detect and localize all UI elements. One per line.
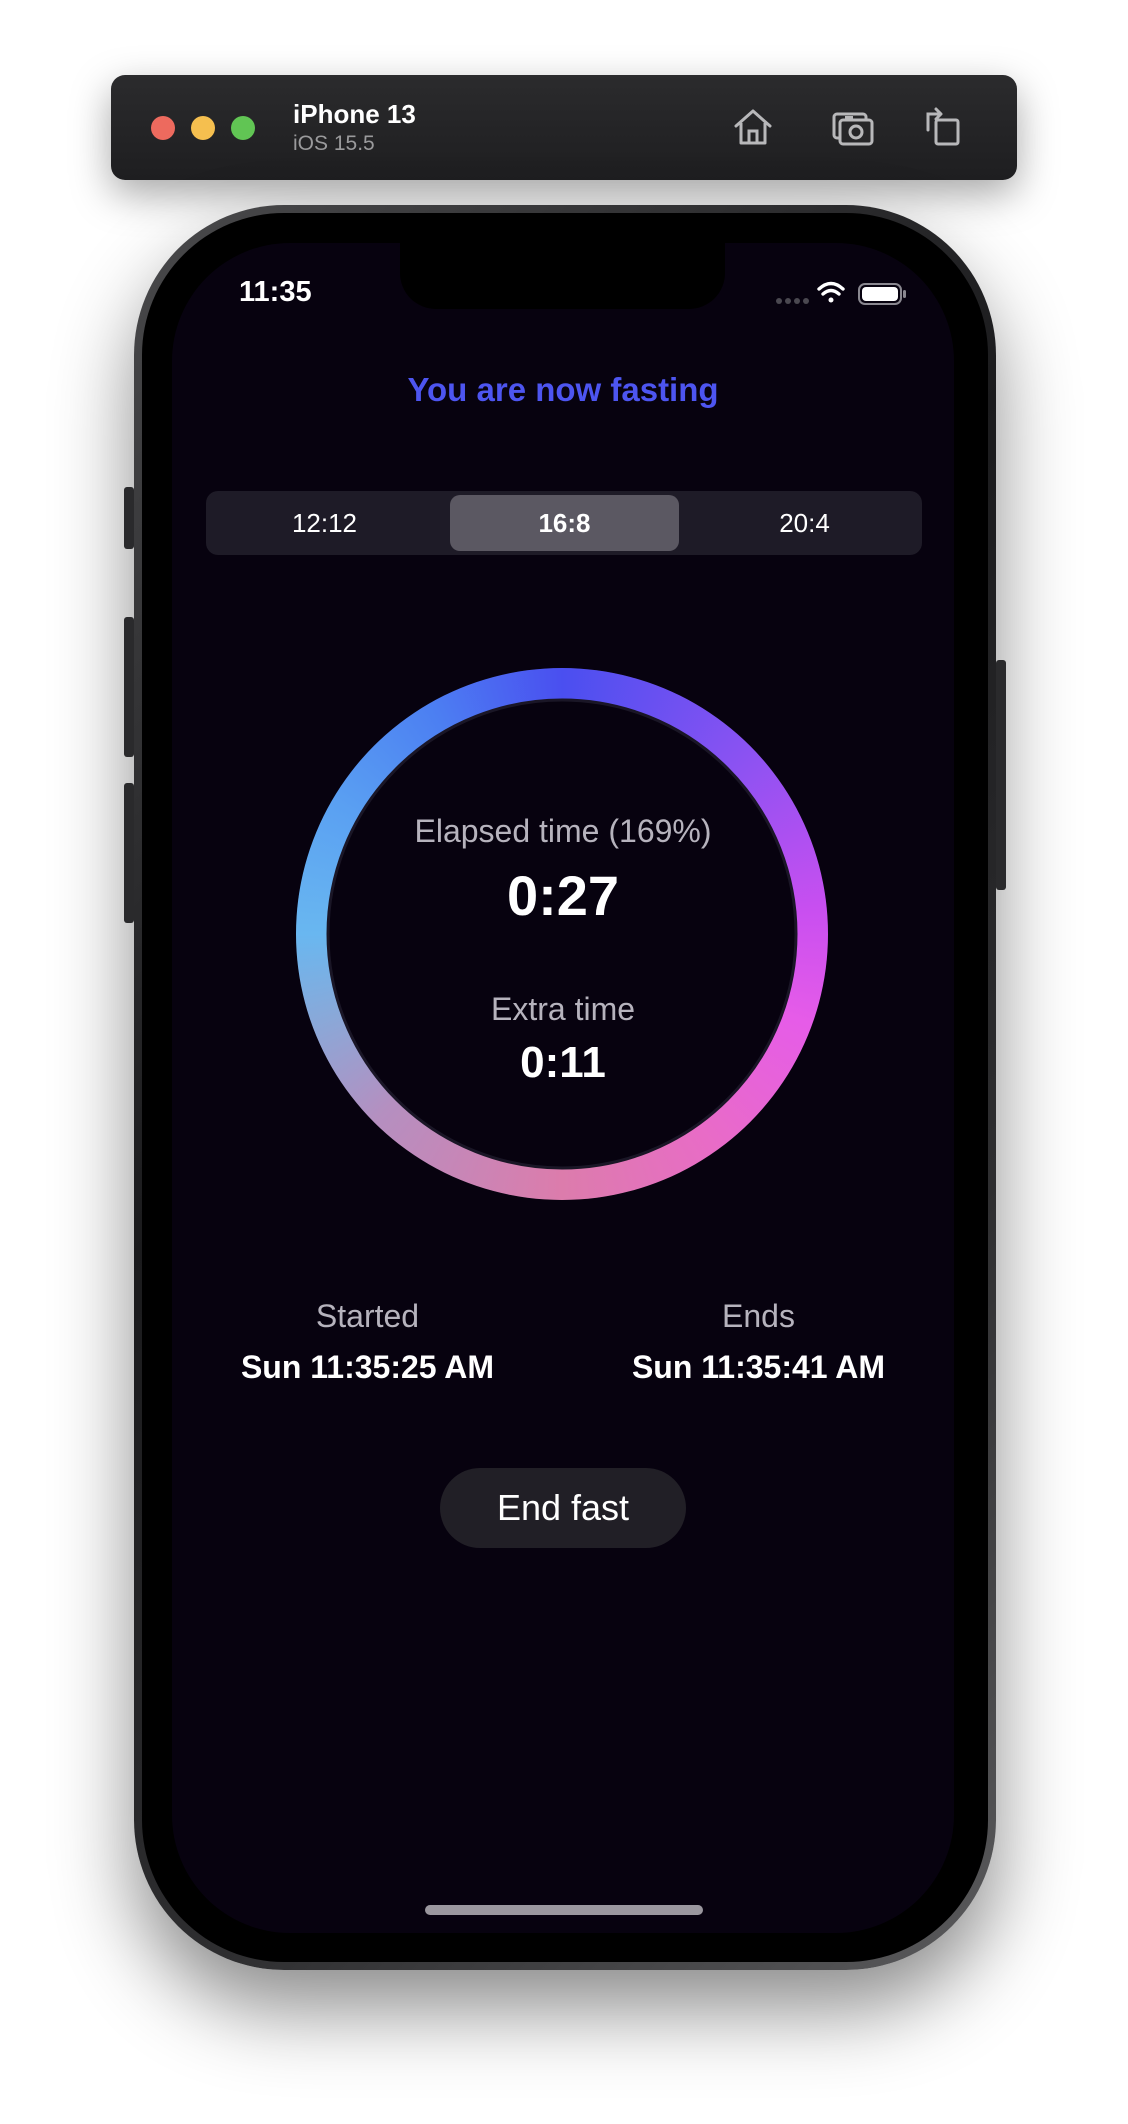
home-icon bbox=[734, 109, 772, 145]
progress-ring-fill bbox=[295, 668, 828, 1200]
minimize-window-button[interactable] bbox=[191, 116, 215, 140]
screenshot-button[interactable] bbox=[827, 101, 879, 153]
started-info: Started Sun 11:35:25 AM bbox=[172, 1298, 563, 1386]
started-value: Sun 11:35:25 AM bbox=[240, 1349, 495, 1385]
volume-up-button bbox=[124, 617, 134, 757]
rotate-icon bbox=[926, 107, 960, 146]
ends-info: Ends Sun 11:35:41 AM bbox=[563, 1298, 954, 1386]
device-name: iPhone 13 bbox=[293, 99, 416, 129]
signal-icon bbox=[776, 298, 809, 304]
wifi-icon bbox=[817, 281, 845, 303]
notch bbox=[400, 243, 725, 309]
extra-time-label: Extra time bbox=[490, 991, 636, 1027]
os-version: iOS 15.5 bbox=[293, 132, 375, 155]
screenshot-icon bbox=[832, 112, 874, 146]
power-button bbox=[996, 660, 1006, 890]
battery-icon bbox=[858, 283, 906, 305]
end-fast-button[interactable]: End fast bbox=[440, 1468, 686, 1548]
home-indicator[interactable] bbox=[425, 1905, 703, 1915]
ends-label: Ends bbox=[722, 1298, 795, 1334]
fasting-status-headline: You are now fasting bbox=[407, 371, 719, 408]
plan-option-12-12[interactable]: 12:12 bbox=[210, 495, 439, 551]
extra-time-value: 0:11 bbox=[520, 1038, 606, 1087]
elapsed-time-value: 0:27 bbox=[506, 864, 620, 927]
plan-option-16-8[interactable]: 16:8 bbox=[450, 495, 679, 551]
phone-screen: 11:35 You are now fasting 12:12 16:8 20:… bbox=[172, 243, 954, 1933]
simulator-window: iPhone 13 iOS 15.5 11:35 You are now fas… bbox=[0, 0, 1128, 2124]
plan-selector: 12:12 16:8 20:4 bbox=[206, 491, 922, 555]
silent-switch bbox=[124, 487, 134, 549]
home-button[interactable] bbox=[727, 101, 779, 153]
close-window-button[interactable] bbox=[151, 116, 175, 140]
progress-ring bbox=[295, 668, 828, 1200]
simulator-toolbar: iPhone 13 iOS 15.5 bbox=[111, 75, 1017, 180]
volume-down-button bbox=[124, 783, 134, 923]
plan-option-20-4[interactable]: 20:4 bbox=[690, 495, 919, 551]
status-time: 11:35 bbox=[239, 276, 312, 308]
elapsed-time-label: Elapsed time (169%) bbox=[414, 813, 712, 849]
zoom-window-button[interactable] bbox=[231, 116, 255, 140]
rotate-button[interactable] bbox=[917, 101, 969, 153]
ends-value: Sun 11:35:41 AM bbox=[631, 1349, 886, 1385]
status-icons bbox=[776, 281, 906, 305]
started-label: Started bbox=[315, 1298, 420, 1334]
